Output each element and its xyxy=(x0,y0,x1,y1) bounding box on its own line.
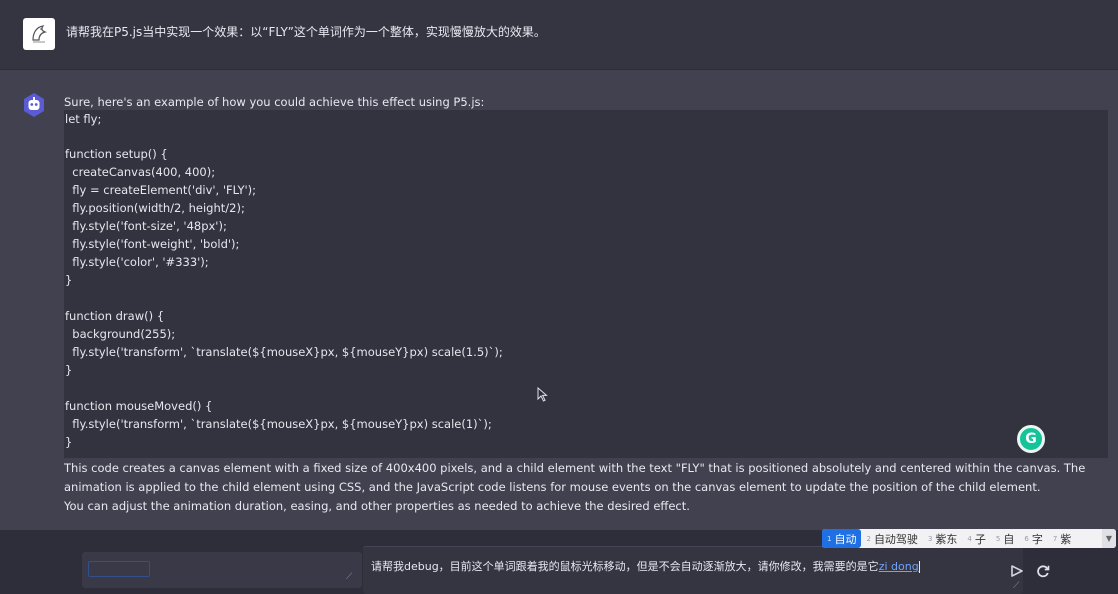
chevron-down-icon[interactable]: ▼ xyxy=(1102,529,1116,548)
text-caret xyxy=(918,561,920,573)
code-line: function draw() { xyxy=(65,309,165,323)
code-line: } xyxy=(65,363,73,377)
send-icon xyxy=(1011,565,1023,577)
code-line: fly.style('transform', `translate(${mous… xyxy=(65,417,492,431)
message-input-value: 请帮我debug，目前这个单词跟着我的鼠标光标移动，但是不会自动逐渐放大，请你修… xyxy=(371,560,879,573)
user-message-row: 请帮我在P5.js当中实现一个效果：以“FLY”这个单词作为一个整体，实现慢慢放… xyxy=(0,0,1118,70)
ime-candidate-text: 自动驾驶 xyxy=(873,532,918,546)
code-line: background(255); xyxy=(65,327,176,341)
ime-candidate[interactable]: 5 自 xyxy=(991,529,1019,548)
user-message-text: 请帮我在P5.js当中实现一个效果：以“FLY”这个单词作为一个整体，实现慢慢放… xyxy=(66,25,546,39)
ime-candidate-number: 3 xyxy=(927,534,933,543)
resize-grip-icon[interactable]: ⟋ xyxy=(1013,581,1019,591)
robot-icon xyxy=(24,93,44,117)
ime-candidate[interactable]: 1 自动 xyxy=(822,529,862,548)
ime-candidate-bar: 1 自动 2 自动驾驶 3 紫东 4 子 5 自 6 字 7 紫 ▼ xyxy=(822,529,1116,548)
explanation-line: You can adjust the animation duration, e… xyxy=(64,499,690,513)
bot-avatar xyxy=(23,92,45,118)
bot-intro-text: Sure, here's an example of how you could… xyxy=(64,95,485,109)
ime-candidate-number: 5 xyxy=(995,534,1001,543)
code-line: fly.style('font-weight', 'bold'); xyxy=(65,237,240,251)
code-line: function mouseMoved() { xyxy=(65,399,213,413)
code-block: let fly; function setup() { createCanvas… xyxy=(64,110,1108,458)
code-line: fly.position(width/2, height/2); xyxy=(65,201,245,215)
ime-candidate-text: 紫东 xyxy=(935,532,958,546)
code-line: let fly; xyxy=(65,112,102,126)
code-line: } xyxy=(65,435,73,449)
user-avatar xyxy=(23,18,55,50)
ime-candidate-text: 自动 xyxy=(834,532,857,546)
resize-grip-icon[interactable]: ⟋ xyxy=(346,572,352,582)
code-line: } xyxy=(65,273,73,287)
ime-candidate[interactable]: 6 字 xyxy=(1019,529,1047,548)
ime-candidate-number: 6 xyxy=(1024,534,1029,543)
explanation-line: animation is applied to the child elemen… xyxy=(64,480,1041,494)
ime-candidate-number: 7 xyxy=(1052,534,1058,543)
send-button[interactable] xyxy=(1008,562,1026,580)
ime-candidate-text: 自 xyxy=(1003,532,1015,546)
code-line: createCanvas(400, 400); xyxy=(65,165,216,179)
secondary-input-field[interactable] xyxy=(88,561,150,577)
ime-candidate[interactable]: 2 自动驾驶 xyxy=(861,529,922,548)
refresh-button[interactable] xyxy=(1034,562,1052,580)
bot-explanation: This code creates a canvas element with … xyxy=(64,459,1086,516)
bot-message-row: Sure, here's an example of how you could… xyxy=(0,70,1118,530)
mouse-cursor-icon xyxy=(537,386,549,407)
secondary-input[interactable]: ⟋ xyxy=(82,552,362,588)
bird-sketch-icon xyxy=(32,25,48,43)
ime-candidate-number: 1 xyxy=(827,534,832,543)
ime-candidate-text: 紫 xyxy=(1060,532,1072,546)
message-input-text[interactable]: 请帮我debug，目前这个单词跟着我的鼠标光标移动，但是不会自动逐渐放大，请你修… xyxy=(371,558,920,574)
ime-pinyin-composition: zi dong xyxy=(878,560,919,573)
ime-candidate-text: 字 xyxy=(1031,532,1043,546)
code-line: function setup() { xyxy=(65,147,168,161)
refresh-icon xyxy=(1037,565,1050,578)
ime-candidate[interactable]: 4 子 xyxy=(962,529,990,548)
code-line: fly.style('transform', `translate(${mous… xyxy=(65,345,503,359)
ime-candidate[interactable]: 7 紫 xyxy=(1048,529,1076,548)
ime-candidate-number: 4 xyxy=(967,534,972,543)
code-line: fly.style('font-size', '48px'); xyxy=(65,219,227,233)
explanation-line: This code creates a canvas element with … xyxy=(64,461,1086,475)
ime-candidate-number: 2 xyxy=(866,534,871,543)
code-line: fly.style('color', '#333'); xyxy=(65,255,209,269)
grammarly-icon[interactable]: G xyxy=(1017,425,1045,453)
code-line: fly = createElement('div', 'FLY'); xyxy=(65,183,257,197)
ime-candidate[interactable]: 3 紫东 xyxy=(923,529,962,548)
ime-candidate-text: 子 xyxy=(974,532,986,546)
message-input[interactable]: 请帮我debug，目前这个单词跟着我的鼠标光标移动，但是不会自动逐渐放大，请你修… xyxy=(363,546,1023,594)
